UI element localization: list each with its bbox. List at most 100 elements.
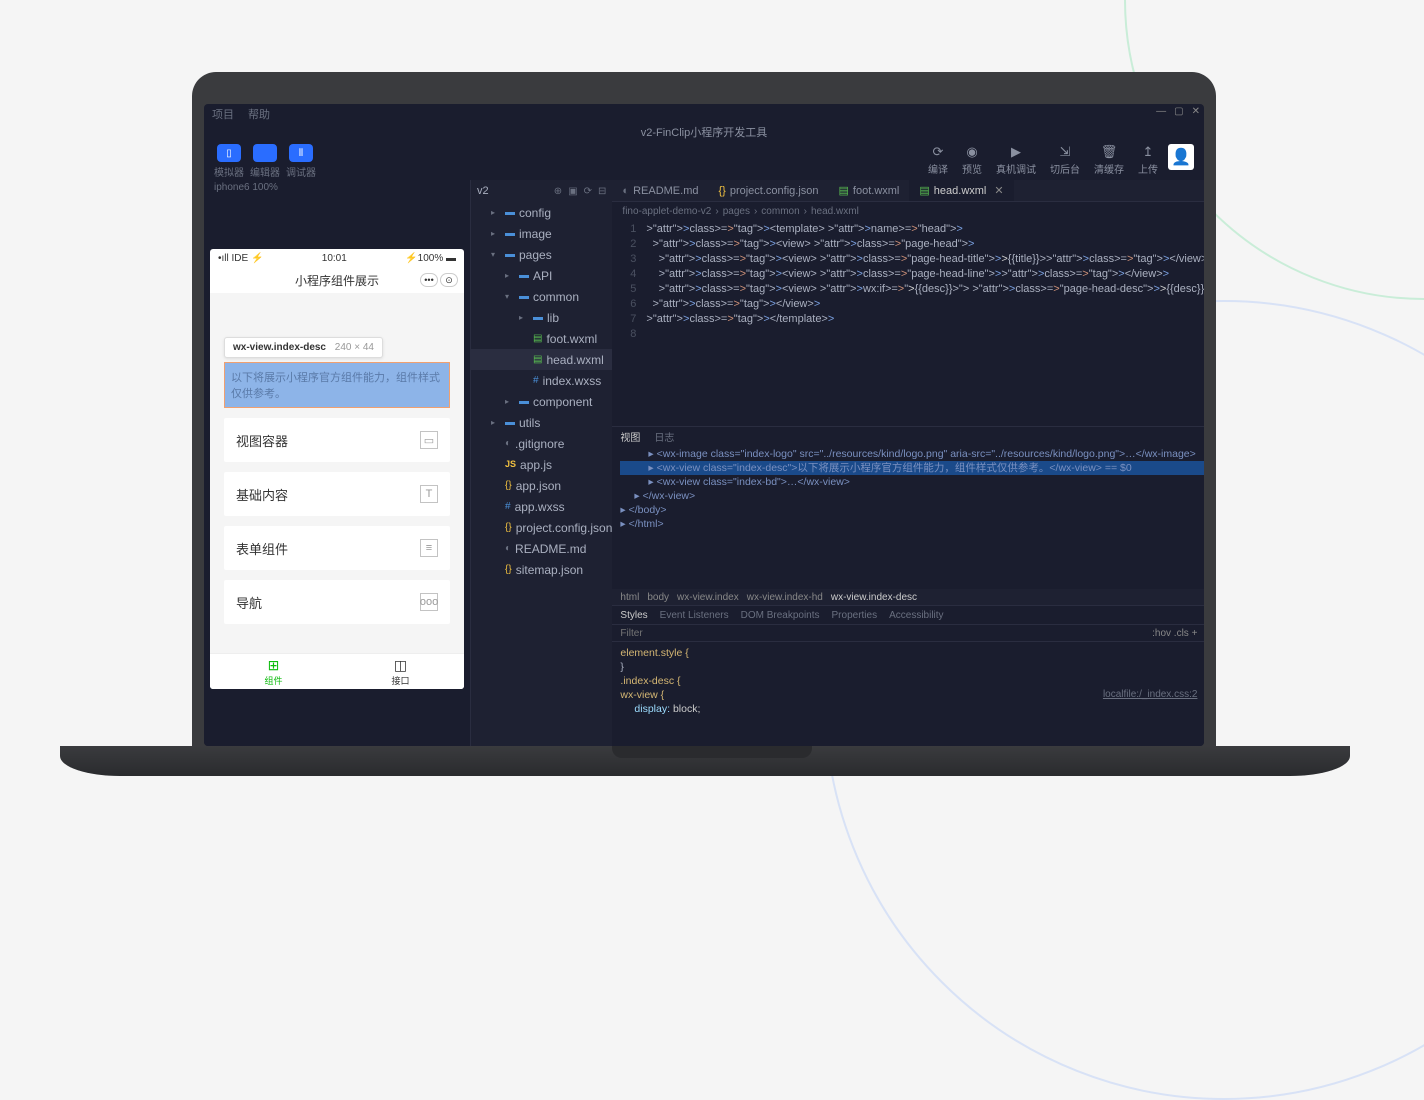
styles-tab[interactable]: Styles xyxy=(620,610,647,621)
elements-panel[interactable]: ▸ <wx-image class="index-logo" src="../r… xyxy=(612,445,1204,589)
element-crumb[interactable]: wx-view.index xyxy=(677,592,739,603)
toolbar: ▯ 模拟器 编辑器 ⫴ 调试器 ⟳ 编译 ◉ 预览 ▶ 真机调试 ⇲ 切后台 🗑… xyxy=(204,140,1204,180)
tabbar-item[interactable]: ◫ 接口 xyxy=(337,654,464,689)
file-icon: {} xyxy=(505,480,512,491)
editor-tab[interactable]: ▤ foot.wxml xyxy=(829,180,910,201)
editor-tab[interactable]: ▤ head.wxml ✕ xyxy=(909,180,1013,201)
chevron-right-icon: › xyxy=(715,206,718,217)
element-node[interactable]: ▸ <wx-view class="index-desc">以下将展示小程序官方… xyxy=(620,461,1204,475)
element-crumb[interactable]: wx-view.index-desc xyxy=(831,592,917,603)
element-node[interactable]: ▸ </wx-view> xyxy=(620,489,1204,503)
more-icon[interactable]: ••• xyxy=(420,273,438,287)
code-editor[interactable]: 12345678 >"attr">>class>=>"tag">><templa… xyxy=(612,220,1204,426)
tree-folder[interactable]: ▸ ▬ lib xyxy=(471,307,612,328)
list-item[interactable]: 导航 ooo xyxy=(224,580,450,624)
tab-close-icon[interactable]: ✕ xyxy=(994,184,1003,197)
tree-folder[interactable]: ▸ ▬ config xyxy=(471,202,612,223)
action-预览[interactable]: ◉ 预览 xyxy=(962,144,982,176)
minimize-icon[interactable]: — xyxy=(1156,106,1166,117)
tree-file[interactable]: ◐ README.md xyxy=(471,538,612,559)
action-编译[interactable]: ⟳ 编译 xyxy=(928,144,948,176)
refresh-icon[interactable]: ⟳ xyxy=(584,186,592,197)
folder-icon: ▬ xyxy=(505,249,515,260)
tool-编辑器[interactable]: 编辑器 xyxy=(250,144,280,179)
tree-file[interactable]: ▤ head.wxml xyxy=(471,349,612,370)
editor-tab[interactable]: {} project.config.json xyxy=(708,180,828,201)
list-item[interactable]: 视图容器 ▭ xyxy=(224,418,450,462)
tree-folder[interactable]: ▾ ▬ pages xyxy=(471,244,612,265)
css-source-link[interactable]: localfile:/_index.css:2 xyxy=(1103,688,1198,702)
tool-调试器[interactable]: ⫴ 调试器 xyxy=(286,144,316,179)
tree-label: head.wxml xyxy=(546,353,603,367)
file-icon: # xyxy=(505,501,511,512)
tree-file[interactable]: # index.wxss xyxy=(471,370,612,391)
element-crumb[interactable]: body xyxy=(647,592,669,603)
tree-label: app.js xyxy=(520,458,552,472)
file-icon: {} xyxy=(505,522,512,533)
tree-file[interactable]: # app.wxss xyxy=(471,496,612,517)
line-gutter: 12345678 xyxy=(612,222,646,426)
avatar[interactable]: 👤 xyxy=(1168,144,1194,170)
element-node[interactable]: ▸ </html> xyxy=(620,517,1204,531)
styles-hov-cls[interactable]: :hov .cls + xyxy=(1152,628,1197,639)
list-item[interactable]: 基础内容 T xyxy=(224,472,450,516)
tree-label: .gitignore xyxy=(515,437,564,451)
action-切后台[interactable]: ⇲ 切后台 xyxy=(1050,144,1080,176)
element-node[interactable]: ▸ <wx-image class="index-logo" src="../r… xyxy=(620,447,1204,461)
menu-help[interactable]: 帮助 xyxy=(248,106,270,122)
collapse-icon[interactable]: ⊟ xyxy=(598,186,606,197)
action-清缓存[interactable]: 🗑 清缓存 xyxy=(1094,144,1124,176)
action-真机调试[interactable]: ▶ 真机调试 xyxy=(996,144,1036,176)
devtools-tab-view[interactable]: 视图 xyxy=(620,429,640,444)
tool-icon: ▯ xyxy=(217,144,241,162)
simulator-device-info: iphone6 100% xyxy=(210,180,464,195)
tree-file[interactable]: ◐ .gitignore xyxy=(471,433,612,454)
styles-tab[interactable]: Properties xyxy=(832,610,878,621)
tree-folder[interactable]: ▾ ▬ common xyxy=(471,286,612,307)
element-node[interactable]: ▸ </body> xyxy=(620,503,1204,517)
file-tree: ▸ ▬ config ▸ ▬ image ▾ ▬ pages ▸ ▬ API ▾… xyxy=(471,202,612,580)
tabbar-label: 组件 xyxy=(264,674,282,687)
styles-tab[interactable]: DOM Breakpoints xyxy=(741,610,820,621)
breadcrumb-item[interactable]: fino-applet-demo-v2 xyxy=(622,206,711,217)
close-icon[interactable]: ✕ xyxy=(1192,106,1200,117)
folder-icon: ▬ xyxy=(519,396,529,407)
new-folder-icon[interactable]: ▣ xyxy=(568,186,577,197)
maximize-icon[interactable]: ▢ xyxy=(1174,106,1183,117)
tooltip-selector: wx-view.index-desc xyxy=(233,342,326,353)
breadcrumb-item[interactable]: head.wxml xyxy=(811,206,859,217)
element-node[interactable]: ▸ <wx-view class="index-bd">…</wx-view> xyxy=(620,475,1204,489)
styles-filter-input[interactable] xyxy=(620,628,1146,639)
styles-tab[interactable]: Accessibility xyxy=(889,610,943,621)
tree-folder[interactable]: ▸ ▬ API xyxy=(471,265,612,286)
breadcrumb-item[interactable]: common xyxy=(761,206,799,217)
tree-folder[interactable]: ▸ ▬ utils xyxy=(471,412,612,433)
tree-file[interactable]: ▤ foot.wxml xyxy=(471,328,612,349)
close-capsule-icon[interactable]: ⊙ xyxy=(440,273,458,287)
styles-tabs: Styles Event Listeners DOM Breakpoints Prop… xyxy=(612,606,1204,624)
styles-tab[interactable]: Event Listeners xyxy=(660,610,729,621)
breadcrumb-item[interactable]: pages xyxy=(723,206,750,217)
new-file-icon[interactable]: ⊕ xyxy=(554,186,562,197)
tree-file[interactable]: {} sitemap.json xyxy=(471,559,612,580)
tree-file[interactable]: {} project.config.json xyxy=(471,517,612,538)
tree-file[interactable]: JS app.js xyxy=(471,454,612,475)
file-icon: ◐ xyxy=(505,438,511,449)
tabbar-item[interactable]: ⊞ 组件 xyxy=(210,654,337,689)
tree-folder[interactable]: ▸ ▬ component xyxy=(471,391,612,412)
devtools-tab-log[interactable]: 日志 xyxy=(654,429,674,444)
tree-file[interactable]: {} app.json xyxy=(471,475,612,496)
editor-tab[interactable]: ◐ README.md xyxy=(612,180,708,201)
tool-模拟器[interactable]: ▯ 模拟器 xyxy=(214,144,244,179)
css-rules[interactable]: element.style {}.index-desc {</span></di… xyxy=(612,642,1204,746)
list-item[interactable]: 表单组件 ≡ xyxy=(224,526,450,570)
styles-row: Styles Event Listeners DOM Breakpoints Prop… xyxy=(612,605,1204,746)
file-icon: ▤ xyxy=(533,354,542,365)
action-上传[interactable]: ↥ 上传 xyxy=(1138,144,1158,176)
folder-icon: ▬ xyxy=(505,417,515,428)
element-crumb[interactable]: wx-view.index-hd xyxy=(747,592,823,603)
tree-folder[interactable]: ▸ ▬ image xyxy=(471,223,612,244)
menu-project[interactable]: 项目 xyxy=(212,106,234,122)
code-content[interactable]: >"attr">>class>=>"tag">><template> >"att… xyxy=(646,222,1204,426)
element-crumb[interactable]: html xyxy=(620,592,639,603)
